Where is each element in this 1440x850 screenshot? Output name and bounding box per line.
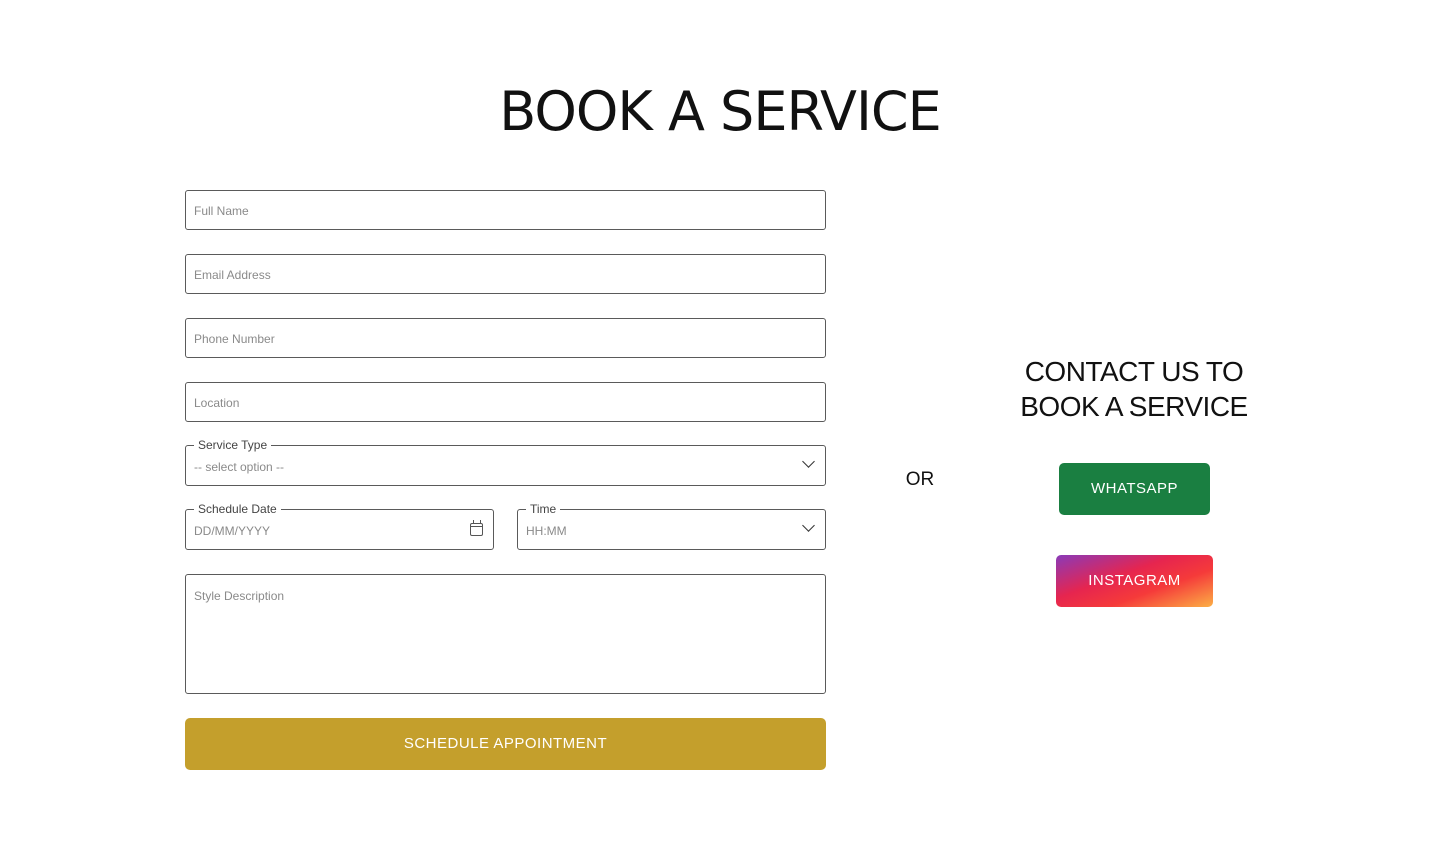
email-placeholder: Email Address <box>194 268 271 282</box>
or-divider-label: OR <box>905 469 935 490</box>
service-type-label: Service Type <box>194 438 272 452</box>
full-name-placeholder: Full Name <box>194 204 249 218</box>
schedule-date-placeholder: DD/MM/YYYY <box>194 524 271 538</box>
style-description-placeholder: Style Description <box>194 589 285 603</box>
service-type-select[interactable]: Service Type -- select option -- <box>185 438 826 486</box>
time-value: HH:MM <box>526 524 567 538</box>
page-title: BOOK A SERVICE <box>499 80 941 143</box>
time-select[interactable]: Time HH:MM <box>517 502 826 550</box>
instagram-button[interactable]: INSTAGRAM <box>1056 555 1213 607</box>
schedule-date-field[interactable]: Schedule Date DD/MM/YYYY <box>185 502 494 550</box>
email-field[interactable]: Email Address <box>185 254 826 294</box>
location-placeholder: Location <box>194 396 240 410</box>
style-description-textarea[interactable]: Style Description <box>185 574 826 694</box>
location-field[interactable]: Location <box>185 382 826 422</box>
phone-field[interactable]: Phone Number <box>185 318 826 358</box>
schedule-appointment-button[interactable]: SCHEDULE APPOINTMENT <box>185 718 826 770</box>
contact-heading: CONTACT US TO BOOK A SERVICE <box>990 354 1278 424</box>
calendar-icon[interactable] <box>470 520 483 536</box>
full-name-field[interactable]: Full Name <box>185 190 826 230</box>
chevron-down-icon <box>802 519 815 532</box>
schedule-date-label: Schedule Date <box>194 502 281 516</box>
service-type-value: -- select option -- <box>194 460 285 474</box>
contact-heading-line1: CONTACT US TO <box>1024 356 1244 387</box>
contact-heading-line2: BOOK A SERVICE <box>1020 391 1248 422</box>
whatsapp-button[interactable]: WHATSAPP <box>1059 463 1210 515</box>
time-label: Time <box>526 502 561 516</box>
phone-placeholder: Phone Number <box>194 332 275 346</box>
chevron-down-icon <box>802 455 815 468</box>
